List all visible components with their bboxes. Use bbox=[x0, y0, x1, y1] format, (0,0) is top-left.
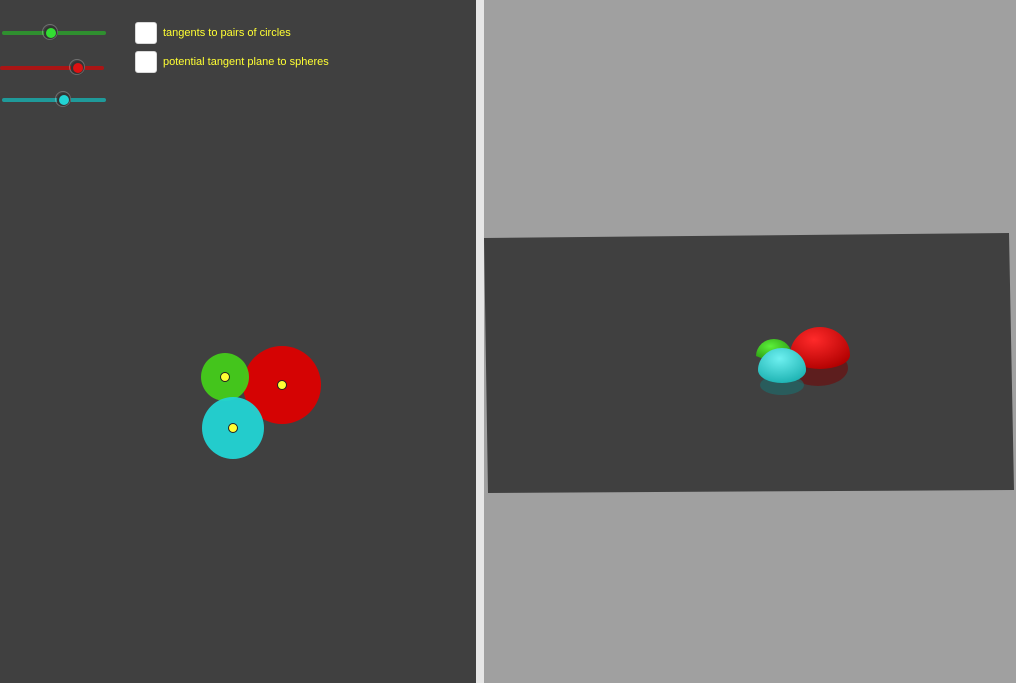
ground-plane bbox=[484, 233, 1014, 493]
scene-3d-canvas bbox=[484, 233, 1014, 493]
red-center-point[interactable] bbox=[277, 380, 287, 390]
green-center-point[interactable] bbox=[220, 372, 230, 382]
graphics-view-2d[interactable]: tangents to pairs of circles potential t… bbox=[0, 0, 476, 683]
graphics-view-3d[interactable] bbox=[484, 0, 1016, 683]
circles-canvas bbox=[201, 346, 321, 459]
cyan-center-point[interactable] bbox=[228, 423, 238, 433]
view-divider[interactable] bbox=[476, 0, 484, 683]
